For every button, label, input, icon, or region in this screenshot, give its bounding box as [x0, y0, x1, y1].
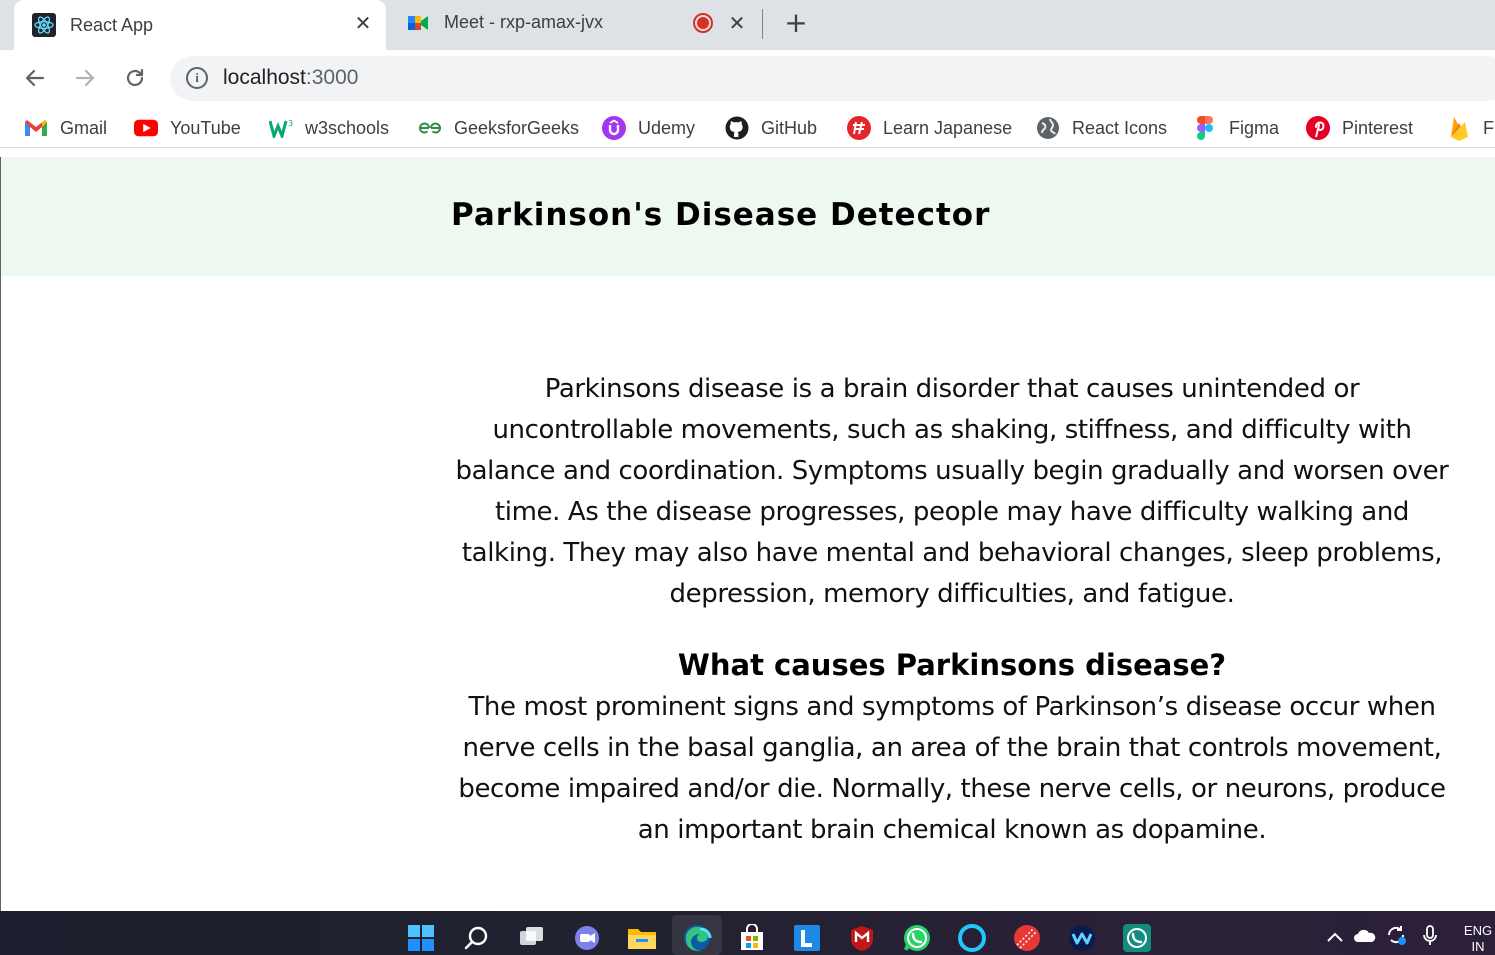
- bookmark-label: Udemy: [638, 117, 696, 138]
- youtube-icon: [134, 116, 158, 140]
- w3schools-icon: 3: [269, 116, 293, 140]
- browser-toolbar: i localhost:3000: [0, 50, 1495, 108]
- whatsapp-icon[interactable]: [902, 923, 932, 953]
- bookmark-label: Gmail: [60, 117, 108, 138]
- bookmark-firebase[interactable]: Fi: [1447, 116, 1495, 141]
- chevron-up-icon[interactable]: [1326, 927, 1344, 948]
- tab-separator: [762, 9, 763, 39]
- bookmark-youtube[interactable]: YouTube: [134, 116, 241, 140]
- mcafee-icon[interactable]: [847, 923, 877, 953]
- microsoft-store-icon[interactable]: [737, 923, 767, 953]
- bookmark-label: Fi: [1483, 117, 1495, 138]
- url-text[interactable]: localhost:3000: [223, 66, 358, 90]
- search-icon[interactable]: [462, 923, 492, 953]
- figma-icon: [1193, 116, 1217, 140]
- windows-start-icon[interactable]: [406, 923, 436, 953]
- arrow-right-icon: [75, 69, 95, 87]
- tab-react-app[interactable]: React App ✕: [14, 0, 386, 50]
- tab-title: Meet - rxp-amax-jvx: [444, 12, 604, 32]
- tab-title: React App: [70, 14, 154, 35]
- bookmark-learn-japanese[interactable]: Learn Japanese: [847, 116, 1012, 140]
- url-port: :3000: [305, 66, 359, 89]
- bookmarks-bar: Gmail YouTube 3 w3schools GeeksforGeeks …: [0, 108, 1495, 148]
- firebase-icon: [1447, 116, 1471, 141]
- windows-taskbar: ENG IN: [0, 911, 1495, 955]
- tab-google-meet[interactable]: Meet - rxp-amax-jvx ✕: [392, 0, 760, 45]
- bookmark-label: GitHub: [761, 117, 818, 138]
- whatsapp-business-icon[interactable]: [1122, 923, 1152, 953]
- udemy-icon: [602, 116, 626, 140]
- edge-icon[interactable]: [682, 923, 712, 953]
- bookmark-github[interactable]: GitHub: [725, 116, 817, 140]
- app-header: Parkinson's Disease Detector: [1, 157, 1495, 276]
- cricket-icon[interactable]: [1012, 923, 1042, 953]
- bookmark-geeksforgeeks[interactable]: GeeksforGeeks: [418, 116, 579, 140]
- file-explorer-icon[interactable]: [627, 923, 657, 953]
- arrow-left-icon: [25, 69, 45, 87]
- github-icon: [725, 116, 749, 140]
- main-content: Parkinsons disease is a brain disorder t…: [451, 369, 1453, 851]
- onedrive-cloud-icon[interactable]: [1354, 927, 1376, 948]
- url-host: localhost: [223, 66, 306, 89]
- language-code: ENG: [1463, 923, 1493, 938]
- intro-paragraph: Parkinsons disease is a brain disorder t…: [455, 374, 1449, 609]
- cortana-icon[interactable]: [957, 923, 987, 953]
- new-tab-button[interactable]: +: [781, 8, 811, 38]
- bookmark-label: GeeksforGeeks: [454, 117, 580, 138]
- bookmark-w3schools[interactable]: 3 w3schools: [269, 116, 389, 140]
- bookmark-label: YouTube: [170, 117, 241, 138]
- region-code: IN: [1471, 939, 1485, 954]
- google-meet-icon: [406, 11, 430, 35]
- causes-heading: What causes Parkinsons disease?: [677, 648, 1227, 682]
- causes-paragraph: The most prominent signs and symptoms of…: [458, 692, 1446, 845]
- microphone-icon[interactable]: [1421, 924, 1439, 953]
- back-button[interactable]: [19, 62, 51, 94]
- close-tab-icon[interactable]: ✕: [352, 12, 374, 34]
- recording-icon: [693, 13, 713, 33]
- address-bar[interactable]: i localhost:3000: [170, 56, 1495, 101]
- site-info-icon[interactable]: i: [186, 67, 208, 89]
- close-tab-icon[interactable]: ✕: [726, 12, 748, 34]
- forward-button[interactable]: [69, 62, 101, 94]
- web-page: Parkinson's Disease Detector Parkinsons …: [0, 157, 1495, 911]
- reload-icon: [126, 68, 144, 87]
- l-app-icon[interactable]: [792, 923, 822, 953]
- bookmark-react-icons[interactable]: React Icons: [1036, 116, 1167, 140]
- bookmark-label: React Icons: [1072, 117, 1168, 138]
- reload-button[interactable]: [119, 62, 151, 94]
- svg-text:3: 3: [288, 119, 293, 128]
- sync-icon[interactable]: [1384, 923, 1408, 952]
- bookmark-label: Learn Japanese: [883, 117, 1013, 138]
- learn-japanese-icon: [847, 116, 871, 140]
- gmail-icon: [24, 116, 48, 140]
- webex-icon[interactable]: [1067, 923, 1097, 953]
- pinterest-icon: [1306, 116, 1330, 140]
- bookmark-label: Pinterest: [1342, 117, 1414, 138]
- bookmark-label: w3schools: [305, 117, 390, 138]
- globe-icon: [1036, 116, 1060, 140]
- teams-chat-icon[interactable]: [572, 923, 602, 953]
- react-icon: [32, 13, 56, 37]
- bookmark-figma[interactable]: Figma: [1193, 116, 1279, 140]
- bookmark-gmail[interactable]: Gmail: [24, 116, 107, 140]
- bookmark-udemy[interactable]: Udemy: [602, 116, 695, 140]
- language-indicator[interactable]: ENG IN: [1463, 923, 1493, 955]
- page-title: Parkinson's Disease Detector: [451, 197, 991, 233]
- bookmark-pinterest[interactable]: Pinterest: [1306, 116, 1413, 140]
- task-view-icon[interactable]: [517, 923, 547, 953]
- bookmark-label: Figma: [1229, 117, 1280, 138]
- browser-tab-strip: React App ✕ Meet - rxp-amax-jvx ✕ +: [0, 0, 1495, 50]
- geeksforgeeks-icon: [418, 116, 442, 140]
